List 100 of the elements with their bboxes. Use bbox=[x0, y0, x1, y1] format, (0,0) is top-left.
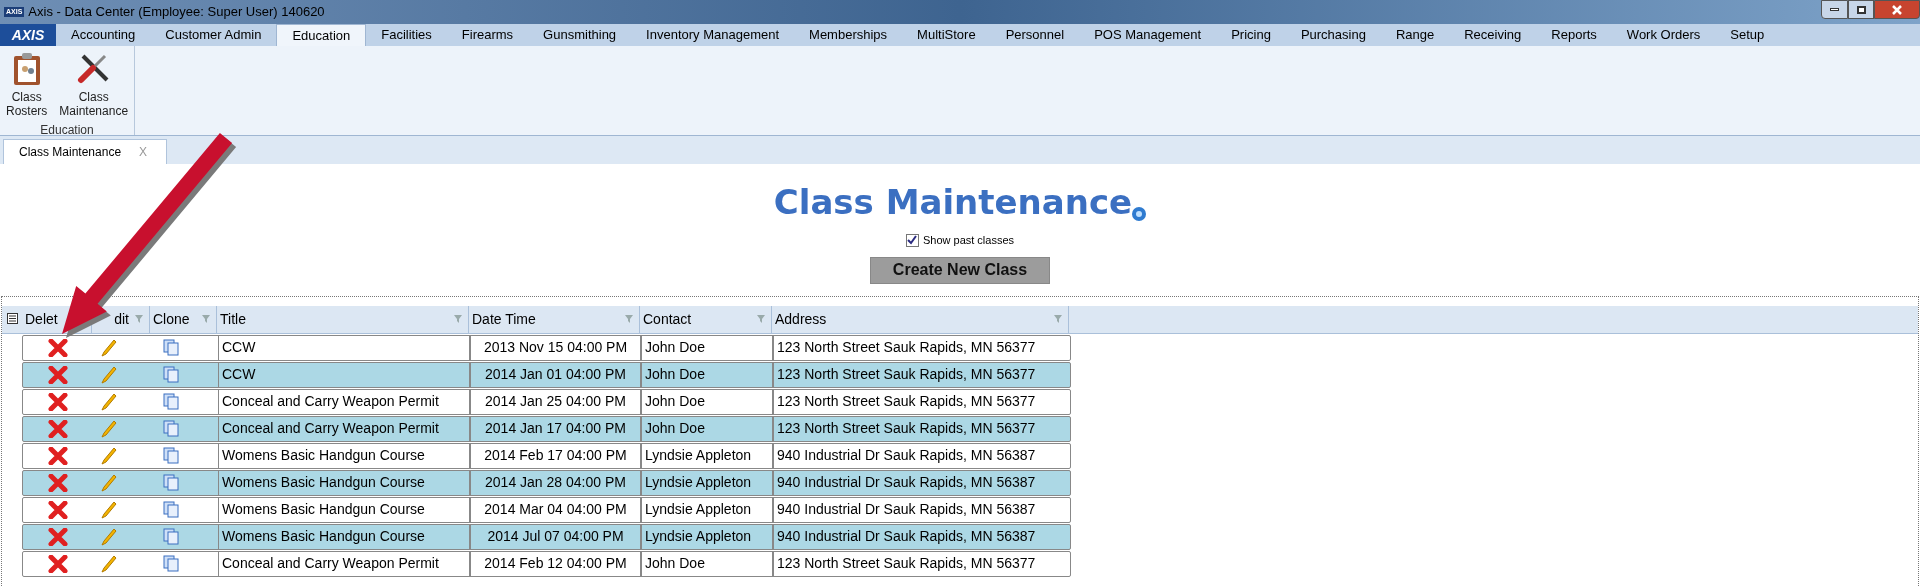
menu-tab[interactable]: Range bbox=[1380, 24, 1450, 46]
ribbon-button[interactable]: Class Rosters bbox=[6, 52, 48, 118]
table-cell: 123 North Street Sauk Rapids, MN 56377 bbox=[773, 551, 1070, 576]
checkbox[interactable] bbox=[905, 233, 919, 247]
copy-icon[interactable] bbox=[163, 366, 179, 383]
table-cell: John Doe bbox=[641, 335, 773, 360]
menu-tab[interactable]: Pricing bbox=[1216, 24, 1286, 46]
column-header[interactable]: dit bbox=[114, 308, 129, 330]
app-logo-tab[interactable]: AXIS bbox=[0, 24, 56, 46]
table-row[interactable]: CCW 2014 Jan 01 04:00 PM John Doe 123 North Street Sauk Rapids, MN 56377 bbox=[22, 361, 1071, 388]
delete-icon[interactable] bbox=[48, 527, 68, 546]
ribbon-button[interactable]: Class Maintenance bbox=[59, 52, 129, 118]
menu-tab[interactable]: Work Orders bbox=[1611, 24, 1716, 46]
table-cell: 940 Industrial Dr Sauk Rapids, MN 56387 bbox=[773, 524, 1070, 549]
menu-tab[interactable]: MultiStore bbox=[902, 24, 991, 46]
delete-icon[interactable] bbox=[48, 392, 68, 411]
table-cell: Conceal and Carry Weapon Permit bbox=[218, 551, 470, 576]
table-row[interactable]: Womens Basic Handgun Course 2014 Feb 17 04:00 PM Lyndsie Appleton 940 Industrial Dr Sauk Rapids, MN 56387 bbox=[22, 442, 1071, 469]
table-cell: 2014 Jan 17 04:00 PM bbox=[470, 416, 641, 441]
table-cell: 2013 Nov 15 04:00 PM bbox=[470, 335, 641, 360]
menu-tab[interactable]: Customer Admin bbox=[150, 24, 277, 46]
pencil-icon[interactable] bbox=[101, 527, 117, 546]
pencil-icon[interactable] bbox=[101, 419, 117, 438]
copy-icon[interactable] bbox=[163, 555, 179, 572]
copy-icon[interactable] bbox=[163, 447, 179, 464]
filter-icon[interactable] bbox=[1054, 314, 1065, 324]
table-cell: 2014 Mar 04 04:00 PM bbox=[470, 497, 641, 522]
grid-menu-icon[interactable] bbox=[6, 313, 18, 324]
filter-icon[interactable] bbox=[757, 314, 768, 324]
column-header[interactable]: Contact bbox=[643, 308, 692, 330]
menu-tab[interactable]: Personnel bbox=[990, 24, 1080, 46]
filter-icon[interactable] bbox=[625, 314, 636, 324]
table-cell: 123 North Street Sauk Rapids, MN 56377 bbox=[773, 389, 1070, 414]
clipboard-icon bbox=[12, 52, 41, 86]
close-icon bbox=[1892, 4, 1902, 15]
delete-icon[interactable] bbox=[48, 338, 68, 357]
pencil-icon[interactable] bbox=[101, 338, 117, 357]
filter-icon[interactable] bbox=[202, 314, 213, 324]
delete-icon[interactable] bbox=[48, 500, 68, 519]
menu-tab[interactable]: Setup bbox=[1715, 24, 1780, 46]
table-cell: Womens Basic Handgun Course bbox=[218, 470, 470, 495]
menu-tab[interactable]: Memberships bbox=[794, 24, 903, 46]
column-header[interactable]: Date Time bbox=[472, 308, 536, 330]
close-button[interactable] bbox=[1874, 0, 1920, 19]
pencil-icon[interactable] bbox=[101, 446, 117, 465]
table-cell: 940 Industrial Dr Sauk Rapids, MN 56387 bbox=[773, 470, 1070, 495]
table-cell: 2014 Jan 25 04:00 PM bbox=[470, 389, 641, 414]
pencil-icon[interactable] bbox=[101, 554, 117, 573]
table-cell: CCW bbox=[218, 362, 470, 387]
minimize-button[interactable] bbox=[1821, 0, 1848, 19]
document-tab[interactable]: Class Maintenance X bbox=[3, 139, 168, 164]
menu-tab[interactable]: Education bbox=[276, 24, 367, 46]
menu-tab[interactable]: Firearms bbox=[446, 24, 529, 46]
copy-icon[interactable] bbox=[163, 528, 179, 545]
menu-tab[interactable]: Accounting bbox=[56, 24, 151, 46]
menu-tab[interactable]: Purchasing bbox=[1285, 24, 1381, 46]
copy-icon[interactable] bbox=[163, 420, 179, 437]
filter-icon[interactable] bbox=[454, 314, 465, 324]
copy-icon[interactable] bbox=[163, 393, 179, 410]
delete-icon[interactable] bbox=[48, 473, 68, 492]
table-cell: John Doe bbox=[641, 389, 773, 414]
delete-icon[interactable] bbox=[48, 419, 68, 438]
pencil-icon[interactable] bbox=[101, 392, 117, 411]
table-row[interactable]: CCW 2013 Nov 15 04:00 PM John Doe 123 North Street Sauk Rapids, MN 56377 bbox=[22, 334, 1071, 361]
menu-tab[interactable]: Gunsmithing bbox=[528, 24, 632, 46]
restore-button[interactable] bbox=[1848, 0, 1874, 19]
filter-icon[interactable] bbox=[135, 314, 146, 324]
menu-tab[interactable]: Inventory Management bbox=[631, 24, 795, 46]
menu-tab[interactable]: Facilities bbox=[366, 24, 447, 46]
table-row[interactable]: Conceal and Carry Weapon Permit 2014 Jan 17 04:00 PM John Doe 123 North Street Sauk Rapids, MN 56377 bbox=[22, 415, 1071, 442]
pencil-icon[interactable] bbox=[101, 473, 117, 492]
table-row[interactable]: Womens Basic Handgun Course 2014 Jul 07 04:00 PM Lyndsie Appleton 940 Industrial Dr Sauk Rapids, MN 56387 bbox=[22, 523, 1071, 550]
table-row[interactable]: Womens Basic Handgun Course 2014 Mar 04 04:00 PM Lyndsie Appleton 940 Industrial Dr Sauk Rapids, MN 56387 bbox=[22, 496, 1071, 523]
menu-tab[interactable]: Receiving bbox=[1449, 24, 1537, 46]
table-row[interactable]: Conceal and Carry Weapon Permit 2014 Feb 12 04:00 PM John Doe 123 North Street Sauk Rapids, MN 56377 bbox=[22, 550, 1071, 577]
ribbon-group-label: Education bbox=[40, 122, 94, 139]
table-cell: Conceal and Carry Weapon Permit bbox=[218, 389, 470, 414]
table-cell: John Doe bbox=[641, 416, 773, 441]
column-header[interactable]: Clone bbox=[153, 308, 190, 330]
copy-icon[interactable] bbox=[163, 501, 179, 518]
table-row[interactable]: Womens Basic Handgun Course 2014 Jan 28 04:00 PM Lyndsie Appleton 940 Industrial Dr Sauk Rapids, MN 56387 bbox=[22, 469, 1071, 496]
copy-icon[interactable] bbox=[163, 474, 179, 491]
pencil-icon[interactable] bbox=[101, 365, 117, 384]
table-cell: Lyndsie Appleton bbox=[641, 470, 773, 495]
delete-icon[interactable] bbox=[48, 446, 68, 465]
help-icon[interactable] bbox=[1132, 207, 1147, 221]
table-cell: Womens Basic Handgun Course bbox=[218, 497, 470, 522]
delete-icon[interactable] bbox=[48, 554, 68, 573]
menu-tab[interactable]: POS Management bbox=[1079, 24, 1217, 46]
table-cell: John Doe bbox=[641, 362, 773, 387]
copy-icon[interactable] bbox=[163, 339, 179, 356]
delete-icon[interactable] bbox=[48, 365, 68, 384]
column-header[interactable]: Address bbox=[775, 308, 827, 330]
pencil-icon[interactable] bbox=[101, 500, 117, 519]
create-class-button[interactable]: Create New Class bbox=[870, 256, 1050, 284]
column-header[interactable]: Delet bbox=[25, 308, 58, 330]
table-row[interactable]: Conceal and Carry Weapon Permit 2014 Jan 25 04:00 PM John Doe 123 North Street Sauk Rapids, MN 56377 bbox=[22, 388, 1071, 415]
table-cell: John Doe bbox=[641, 551, 773, 576]
column-header[interactable]: Title bbox=[220, 308, 246, 330]
menu-tab[interactable]: Reports bbox=[1536, 24, 1612, 46]
